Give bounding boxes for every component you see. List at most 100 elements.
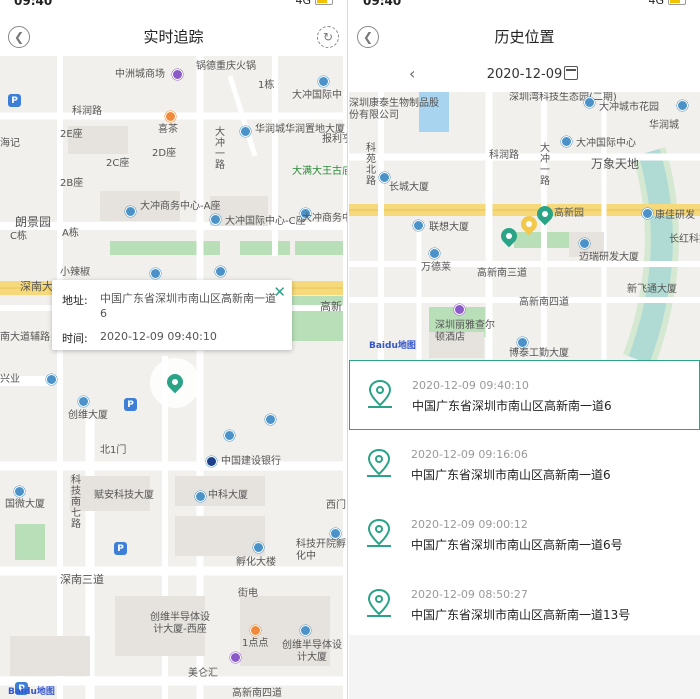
- address-value: 中国广东省深圳市南山区高新南一道6: [100, 292, 276, 320]
- map-label: 高新南四道: [519, 297, 569, 308]
- map-label: 大冲国际中心: [576, 138, 636, 149]
- map-label: 大冲国际中: [292, 90, 342, 101]
- map-label: C栋: [10, 231, 27, 242]
- map-label: 大冲商务中心-A座: [140, 201, 221, 212]
- building-icon: [642, 208, 653, 219]
- map-label: 锅德重庆火锅: [196, 61, 256, 72]
- parking-icon: P: [114, 542, 127, 555]
- map-label: 大冲一路: [537, 142, 549, 186]
- map-label: 长城大厦: [389, 182, 429, 193]
- close-icon[interactable]: ✕: [273, 283, 286, 301]
- building-icon: [14, 486, 25, 497]
- location-info-popup: ✕ 地址: 中国广东省深圳市南山区高新南一道6 时间: 2020-12-09 0…: [52, 280, 292, 350]
- map-label: 高新南四道: [232, 688, 282, 699]
- time-value: 2020-12-09 09:40:10: [100, 329, 217, 343]
- status-bar: 09:40 4G: [349, 0, 700, 10]
- history-item[interactable]: 2020-12-09 09:40:10 中国广东省深圳市南山区高新南一道6: [349, 360, 700, 430]
- history-address: 中国广东省深圳市南山区高新南一道13号: [411, 608, 631, 622]
- map-label: 新飞通大厦: [627, 284, 677, 295]
- battery-icon: [315, 0, 333, 5]
- map-label: 2C座: [106, 158, 130, 169]
- map-label: 长红科技: [669, 234, 700, 245]
- history-map[interactable]: 深圳康泰生物制品股份有限公司 深圳湾科技生态园(二期) 大冲城市花园 华润城 科…: [349, 92, 700, 360]
- address-label: 地址:: [62, 294, 88, 307]
- hotel-icon: [454, 304, 465, 315]
- map-label: 2E座: [60, 129, 83, 140]
- building-icon: [413, 220, 424, 231]
- right-header: ❮ 历史位置: [349, 18, 700, 56]
- location-pin-icon: [368, 379, 392, 408]
- map-label: 博泰工勤大厦: [509, 348, 569, 359]
- bus-stop-icon: [265, 414, 276, 425]
- map-label: 中国建设银行: [221, 456, 281, 467]
- mall-icon: [172, 69, 183, 80]
- page-title: 历史位置: [494, 28, 555, 46]
- map-label: 美仑汇: [188, 668, 218, 679]
- refresh-icon: ↻: [322, 30, 334, 44]
- history-item[interactable]: 2020-12-09 09:00:12 中国广东省深圳市南山区高新南一道6号: [349, 500, 700, 570]
- battery-icon: [668, 0, 686, 5]
- bank-icon: [206, 456, 217, 467]
- date-selector: ‹ 2020-12-09: [349, 56, 700, 92]
- parking-icon: P: [124, 398, 137, 411]
- building-icon: [240, 126, 251, 137]
- list-footer: [349, 635, 700, 699]
- map-label: 万象天地: [591, 157, 640, 171]
- realtime-map[interactable]: 中洲城商场 锅德重庆火锅 1栋 大冲国际中 P 科润路 喜茶 华润城华润置地大厦…: [0, 56, 348, 699]
- history-time: 2020-12-09 09:16:06: [411, 448, 528, 461]
- map-label: 大满大王古庙: [292, 166, 348, 177]
- map-label: 朗景园: [15, 215, 52, 229]
- map-label: 创维大厦: [68, 410, 108, 421]
- history-time: 2020-12-09 09:40:10: [412, 379, 529, 392]
- bubble-tea-icon: [250, 625, 261, 636]
- map-label: 中洲城商场: [115, 69, 165, 80]
- map-label: 海记: [0, 138, 20, 149]
- history-item[interactable]: 2020-12-09 09:16:06 中国广东省深圳市南山区高新南一道6: [349, 430, 700, 500]
- building-icon: [330, 528, 341, 539]
- building-icon: [429, 248, 440, 259]
- back-button[interactable]: ❮: [357, 26, 379, 48]
- metro-icon: [215, 266, 226, 277]
- calendar-icon[interactable]: [564, 66, 578, 80]
- map-label: 孵化大楼: [236, 557, 276, 568]
- history-address: 中国广东省深圳市南山区高新南一道6: [412, 399, 612, 413]
- building-icon: [253, 542, 264, 553]
- status-time: 09:40: [14, 0, 53, 8]
- parking-icon: P: [8, 94, 21, 107]
- building-icon: [300, 625, 311, 636]
- map-label: 大冲商务中心: [302, 213, 347, 224]
- location-pin-icon: [367, 448, 391, 477]
- history-address: 中国广东省深圳市南山区高新南一道6: [411, 468, 611, 482]
- previous-day-button[interactable]: ‹: [409, 64, 415, 83]
- history-item[interactable]: 2020-12-09 08:50:27 中国广东省深圳市南山区高新南一道13号: [349, 570, 700, 640]
- realtime-tracking-panel: 09:40 4G ❮ 实时追踪 ↻ 中洲城商场 锅德重庆火锅 1栋 大冲国际中 …: [0, 0, 348, 699]
- history-location-panel: 09:40 4G ❮ 历史位置 ‹ 2020-12-09 深圳康泰生物制品股份有…: [349, 0, 700, 699]
- history-address: 中国广东省深圳市南山区高新南一道6号: [411, 538, 623, 552]
- building-icon: [195, 491, 206, 502]
- metro-icon: [224, 430, 235, 441]
- map-label: 喜茶: [158, 124, 178, 135]
- chevron-left-icon: ❮: [362, 30, 374, 44]
- page-title: 实时追踪: [143, 28, 204, 46]
- building-icon: [561, 136, 572, 147]
- map-label: 科技南七路: [68, 474, 80, 529]
- map-label: 兴业: [0, 374, 20, 385]
- map-logo: Baidu地图: [8, 687, 55, 697]
- map-label: 中科大厦: [208, 490, 248, 501]
- map-label: 小辣椒: [60, 267, 90, 278]
- signal-indicator: 4G: [648, 0, 686, 7]
- map-label: 科技开院孵化中: [296, 539, 346, 562]
- left-header: ❮ 实时追踪 ↻: [0, 18, 347, 56]
- building-icon: [318, 76, 329, 87]
- map-label: 2B座: [60, 178, 84, 189]
- map-label: 大冲国际中心-C座: [225, 216, 306, 227]
- mall-icon: [230, 652, 241, 663]
- building-icon: [125, 206, 136, 217]
- map-label: 迈瑞研发大厦: [579, 252, 639, 263]
- map-label: 深圳丽雅查尔顿酒店: [435, 320, 495, 343]
- signal-indicator: 4G: [295, 0, 333, 7]
- map-label: 高新园: [554, 208, 584, 219]
- map-label: 万德莱: [421, 262, 451, 273]
- back-button[interactable]: ❮: [8, 26, 30, 48]
- refresh-button[interactable]: ↻: [317, 26, 339, 48]
